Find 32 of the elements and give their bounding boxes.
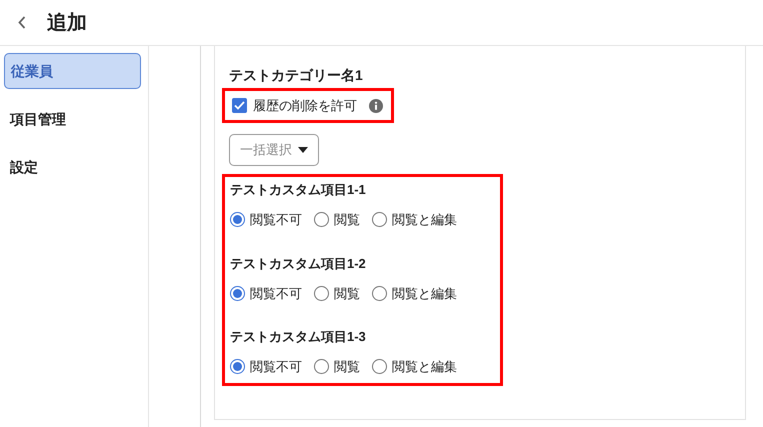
checkbox-label: 履歴の削除を許可 xyxy=(253,96,357,115)
info-icon[interactable] xyxy=(369,98,383,112)
radio-button[interactable] xyxy=(372,359,387,374)
back-icon xyxy=(18,16,26,29)
radio-label: 閲覧不可 xyxy=(250,358,302,376)
radio-button[interactable] xyxy=(230,286,245,301)
page-title: 追加 xyxy=(47,10,87,36)
radio-button[interactable] xyxy=(314,286,329,301)
radio-label: 閲覧 xyxy=(334,211,360,229)
radio-button[interactable] xyxy=(230,359,245,374)
bulk-select-button[interactable]: 一括選択 xyxy=(229,134,319,166)
caret-icon xyxy=(298,147,308,153)
radio-label: 閲覧 xyxy=(334,358,360,376)
radio-button[interactable] xyxy=(372,286,387,301)
radio-label: 閲覧と編集 xyxy=(392,358,457,376)
field-label: テストカスタム項目1-1 xyxy=(230,181,367,199)
radio-button[interactable] xyxy=(372,212,387,228)
sidebar-item[interactable]: 設定 xyxy=(4,149,141,185)
radio-label: 閲覧と編集 xyxy=(392,284,457,302)
radio-label: 閲覧不可 xyxy=(250,284,302,302)
radio-button[interactable] xyxy=(230,212,245,228)
radio-label: 閲覧不可 xyxy=(250,211,302,229)
radio-button[interactable] xyxy=(314,359,329,374)
radio-button[interactable] xyxy=(314,212,329,228)
category-title: テストカテゴリー名1 xyxy=(229,66,364,85)
radio-label: 閲覧と編集 xyxy=(392,211,457,229)
field-label: テストカスタム項目1-2 xyxy=(230,254,367,272)
sidebar-item[interactable]: 項目管理 xyxy=(4,101,141,137)
sidebar-item[interactable]: 従業員 xyxy=(4,53,141,89)
checkbox[interactable] xyxy=(232,98,247,113)
radio-label: 閲覧 xyxy=(334,284,360,302)
field-label: テストカスタム項目1-3 xyxy=(230,328,367,346)
